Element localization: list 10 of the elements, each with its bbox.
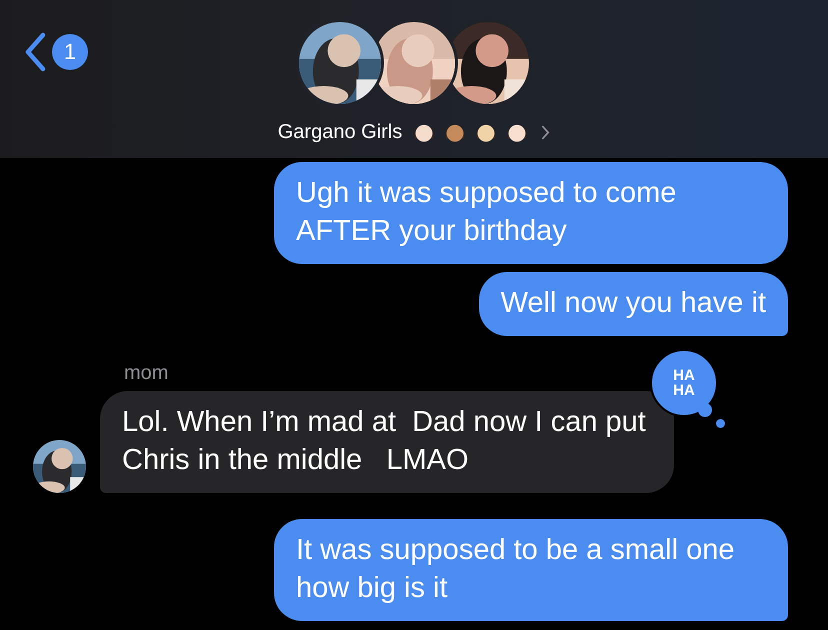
sent-message-bubble: Ugh it was supposed to come AFTER your birthday xyxy=(274,162,788,264)
sender-name: mom xyxy=(124,362,168,385)
back-button[interactable]: 1 xyxy=(24,32,88,72)
sent-message-bubble: It was supposed to be a small one how big is it xyxy=(274,519,788,621)
unread-badge: 1 xyxy=(52,34,88,70)
sent-message-bubble: Well now you have it xyxy=(478,272,788,336)
group-title[interactable]: Gargano Girls xyxy=(278,120,402,144)
chevron-right-icon[interactable] xyxy=(541,124,550,140)
received-message-bubble: Lol. When I’m mad at Dad now I can put Chris in the middle LMAO xyxy=(100,391,674,493)
chevron-left-icon xyxy=(24,32,46,72)
